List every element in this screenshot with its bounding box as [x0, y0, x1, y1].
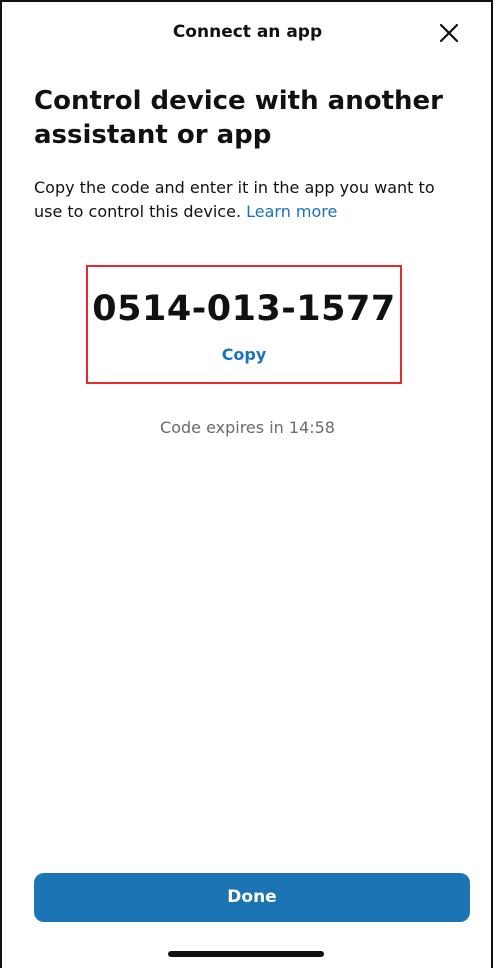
description: Copy the code and enter it in the app yo… — [34, 176, 464, 224]
learn-more-link[interactable]: Learn more — [246, 202, 337, 221]
page-title: Connect an app — [172, 22, 323, 42]
description-text: Copy the code and enter it in the app yo… — [34, 178, 435, 221]
connection-code: 0514-013-1577 — [92, 289, 396, 329]
close-button[interactable] — [434, 18, 464, 48]
top-bar: Connect an app — [0, 0, 495, 64]
main-heading: Control device with another assistant or… — [34, 86, 443, 150]
done-button[interactable]: Done — [34, 873, 470, 922]
home-indicator — [168, 951, 324, 957]
code-highlight-box: 0514-013-1577 Copy — [86, 265, 402, 384]
close-icon — [439, 23, 459, 43]
copy-button[interactable]: Copy — [88, 345, 400, 364]
code-expiry-text: Code expires in 14:58 — [160, 418, 335, 437]
